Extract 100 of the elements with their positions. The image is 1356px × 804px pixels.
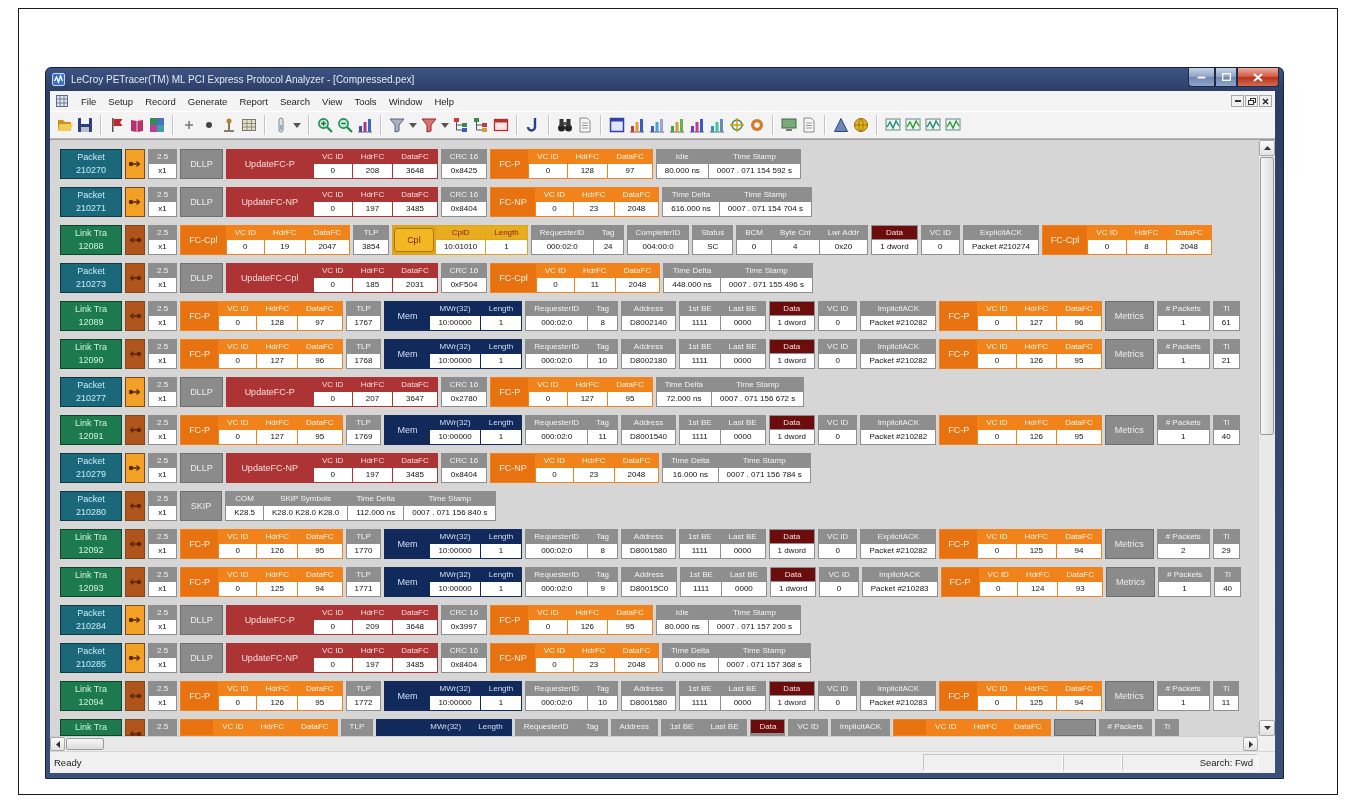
record-tag[interactable]: Link Tra 12090 — [60, 339, 122, 369]
field-value: 000:02:0 — [526, 544, 588, 558]
record-tag[interactable]: Packet 210284 — [60, 605, 122, 635]
field-value: 2048 — [614, 658, 659, 672]
field-value: 1 dword — [769, 430, 815, 444]
menu-item[interactable]: Tools — [349, 93, 382, 109]
filter-icon[interactable] — [421, 117, 437, 133]
triangle-icon[interactable] — [833, 117, 849, 133]
filter-icon[interactable] — [389, 117, 405, 133]
type-tag: Metrics — [1106, 567, 1155, 597]
waveform-icon[interactable] — [905, 117, 921, 133]
crosshair-icon[interactable] — [729, 117, 745, 133]
bar-chart-icon[interactable] — [357, 117, 373, 133]
field-header: Data — [769, 340, 815, 353]
record-tag[interactable]: Link Tra 12091 — [60, 415, 122, 445]
field-value: 8 — [588, 544, 618, 558]
menu-item[interactable]: Search — [274, 93, 315, 109]
record-type: Packet — [77, 151, 105, 164]
scroll-thumb[interactable] — [66, 738, 104, 750]
field-value: 1 — [480, 316, 522, 330]
save-icon[interactable] — [77, 117, 93, 133]
record-tag[interactable]: Packet 210279 — [60, 453, 122, 483]
record-tag[interactable]: Link Tra 12093 — [60, 567, 122, 597]
type-tag: Metrics — [1104, 681, 1154, 711]
scroll-right-button[interactable] — [1243, 737, 1258, 751]
scroll-up-button[interactable] — [1259, 140, 1275, 156]
bar-chart-icon[interactable] — [709, 117, 725, 133]
scroll-down-button[interactable] — [1259, 720, 1275, 736]
field-value: 128 — [567, 164, 608, 178]
binoculars-icon[interactable] — [557, 117, 573, 133]
book-icon[interactable] — [129, 117, 145, 133]
globe-icon[interactable] — [853, 117, 869, 133]
record-tag[interactable]: Link Tra 12094 — [60, 681, 122, 711]
menu-item[interactable]: Record — [140, 93, 181, 109]
window-icon[interactable] — [493, 117, 509, 133]
field-value: 0xF504 — [441, 278, 487, 292]
field-value: 1 — [480, 354, 522, 368]
grid-icon[interactable] — [56, 95, 68, 107]
grid-icon[interactable] — [149, 117, 165, 133]
record-tag[interactable]: Packet 210285 — [60, 643, 122, 673]
waveform-icon[interactable] — [945, 117, 961, 133]
field-value: 3485 — [393, 658, 437, 672]
field-value: x1 — [149, 620, 177, 634]
record-tag[interactable]: Link Tra 12092 — [60, 529, 122, 559]
menu-item[interactable]: Window — [383, 93, 428, 109]
restore-button[interactable] — [1245, 95, 1258, 107]
record-tag[interactable]: Packet 210270 — [60, 149, 122, 179]
field-value: 1769 — [346, 430, 381, 444]
tree-icon[interactable] — [473, 117, 489, 133]
waveform-icon[interactable] — [925, 117, 941, 133]
flag-icon[interactable] — [109, 117, 125, 133]
bar-chart-icon[interactable] — [669, 117, 685, 133]
menu-item[interactable]: Report — [234, 93, 273, 109]
menu-item[interactable]: File — [76, 93, 102, 109]
menu-item[interactable]: View — [317, 93, 348, 109]
field-value: 3648 — [393, 164, 437, 178]
record-tag[interactable]: Packet 210277 — [60, 377, 122, 407]
field-label: FC-P — [491, 606, 529, 634]
window-icon[interactable] — [609, 117, 625, 133]
field-value: 0007 . 071 154 592 s — [708, 164, 800, 178]
minimize-button[interactable] — [1188, 68, 1215, 87]
waveform-icon[interactable] — [885, 117, 901, 133]
record-tag[interactable]: Packet 210280 — [60, 491, 122, 521]
record-tag[interactable]: Link Tra 12088 — [60, 225, 122, 255]
bar-chart-icon[interactable] — [649, 117, 665, 133]
record-number: 210277 — [75, 392, 106, 405]
field-value: 0 — [219, 316, 257, 330]
maximize-button[interactable] — [1215, 68, 1237, 87]
table-icon[interactable] — [241, 117, 257, 133]
record-tag[interactable]: Link Tra — [60, 719, 122, 736]
menu-item[interactable]: Help — [429, 93, 459, 109]
tag-block — [1053, 719, 1096, 736]
tree-icon[interactable] — [453, 117, 469, 133]
field-value: 19 — [264, 240, 305, 254]
bar-chart-icon[interactable] — [629, 117, 645, 133]
scroll-thumb[interactable] — [1260, 157, 1274, 435]
field-value: 0 — [737, 240, 771, 254]
field-value: 94 — [1057, 544, 1101, 558]
menu-item[interactable]: Setup — [103, 93, 139, 109]
zoom-in-icon[interactable] — [317, 117, 333, 133]
monitor-icon[interactable] — [781, 117, 797, 133]
horizontal-scrollbar[interactable] — [50, 736, 1258, 751]
record-tag[interactable]: Link Tra 12089 — [60, 301, 122, 331]
field-value: 10:00000 — [430, 544, 480, 558]
field-value: Packet #210282 — [861, 316, 936, 330]
record-tag[interactable]: Packet 210271 — [60, 187, 122, 217]
document-icon[interactable] — [801, 117, 817, 133]
close-button[interactable] — [1237, 68, 1279, 87]
record-tag[interactable]: Packet 210273 — [60, 263, 122, 293]
menu-item[interactable]: Generate — [182, 93, 233, 109]
scroll-left-button[interactable] — [50, 737, 65, 751]
minimize-button[interactable] — [1231, 95, 1244, 107]
record-number: 12088 — [78, 240, 104, 253]
zoom-out-icon[interactable] — [337, 117, 353, 133]
bar-chart-icon[interactable] — [689, 117, 705, 133]
pin-icon[interactable] — [221, 117, 237, 133]
close-button[interactable] — [1259, 95, 1272, 107]
ring-icon[interactable] — [749, 117, 765, 133]
vertical-scrollbar[interactable] — [1258, 139, 1275, 736]
field-value: 127 — [1016, 316, 1057, 330]
